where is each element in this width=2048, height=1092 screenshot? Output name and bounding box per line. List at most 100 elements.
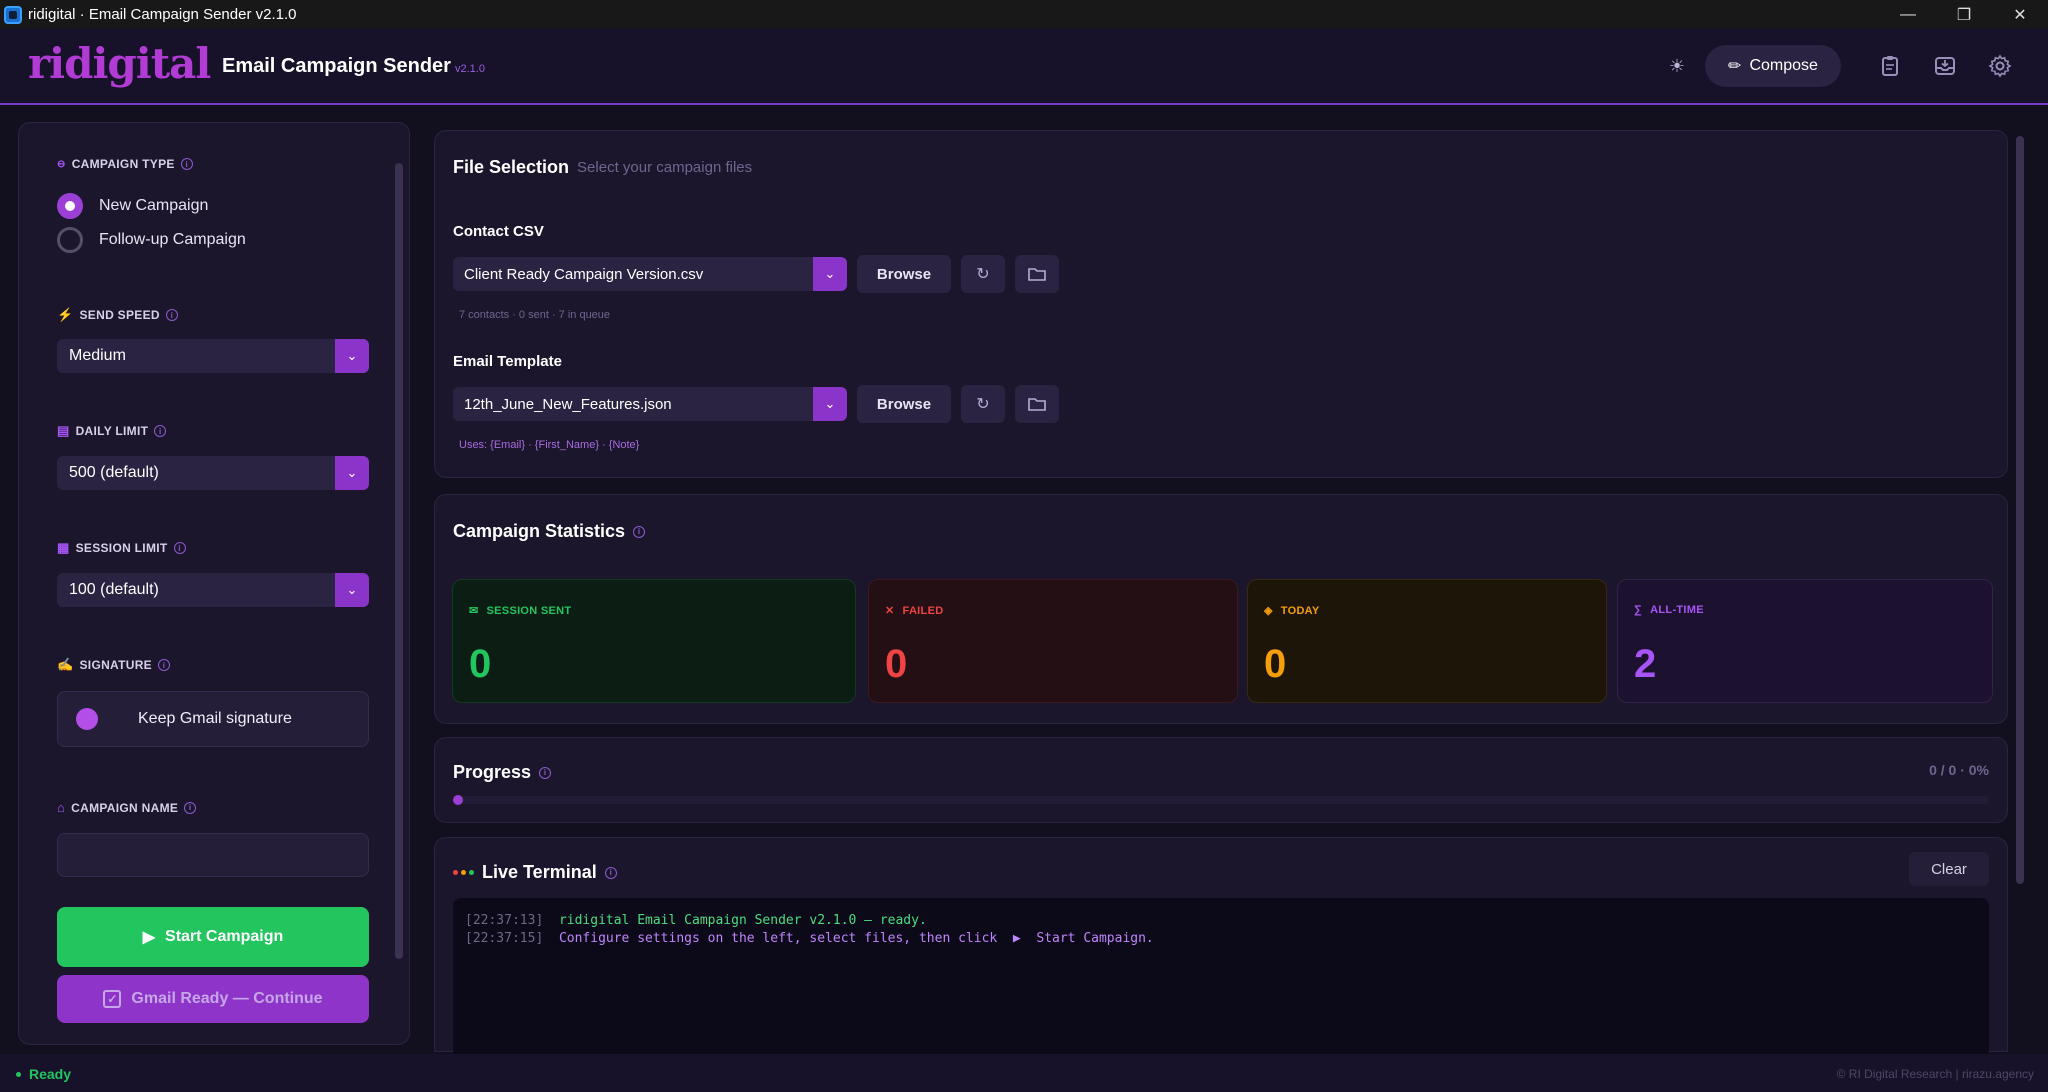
signature-label-text: SIGNATURE [79, 658, 152, 672]
stat-label-text: FAILED [902, 604, 944, 617]
folder-icon[interactable] [1015, 385, 1059, 423]
info-icon[interactable]: i [604, 866, 617, 879]
chevron-down-icon[interactable]: ⌄ [335, 339, 369, 373]
signature-label: ✍ SIGNATURE i [57, 657, 170, 673]
chevron-down-icon[interactable]: ⌄ [813, 387, 847, 421]
stat-value: 0 [885, 642, 908, 686]
gmail-ready-label: Gmail Ready — Continue [131, 990, 323, 1007]
template-meta: Uses: {Email} · {First_Name} · {Note} [459, 439, 640, 451]
play-icon: ▶ [142, 929, 156, 946]
compose-button[interactable]: ✏ Compose [1705, 45, 1841, 87]
file-selection-title-text: File Selection [453, 157, 570, 177]
terminal-text: Configure settings on the left, select f… [558, 931, 1154, 946]
campaign-name-input[interactable] [57, 833, 369, 877]
gmail-ready-button[interactable]: ✓ Gmail Ready — Continue [57, 975, 369, 1023]
grid-icon: ▦ [57, 540, 70, 555]
envelope-icon: ✉ [469, 605, 479, 617]
minimize-button[interactable]: — [1880, 0, 1936, 29]
send-speed-select[interactable]: Medium ⌄ [57, 339, 369, 373]
maximize-button[interactable]: ❐ [1936, 0, 1992, 29]
chevron-down-icon[interactable]: ⌄ [335, 456, 369, 490]
terminal-timestamp: [22:37:15] [465, 931, 544, 946]
terminal-title-text: Live Terminal [482, 862, 597, 882]
folder-icon[interactable] [1015, 255, 1059, 293]
stat-value: 2 [1634, 642, 1657, 686]
send-speed-label-text: SEND SPEED [79, 308, 160, 322]
close-button[interactable]: ✕ [1992, 0, 2048, 29]
info-icon[interactable]: i [539, 766, 552, 779]
terminal-output: [22:37:13] ridigital Email Campaign Send… [453, 898, 1989, 1058]
info-icon[interactable]: i [633, 525, 646, 538]
app-title: Email Campaign Sender v2.1.0 [222, 55, 485, 78]
window-titlebar: ridigital · Email Campaign Sender v2.1.0… [0, 0, 2048, 29]
sigma-icon: ∑ [1634, 604, 1643, 616]
campaign-type-label: ⊖ CAMPAIGN TYPE i [57, 157, 193, 171]
start-campaign-button[interactable]: ▶ Start Campaign [57, 907, 369, 967]
signature-toggle[interactable]: Keep Gmail signature [57, 691, 369, 747]
stat-label: ◈ TODAY [1264, 604, 1320, 618]
clear-terminal-button[interactable]: Clear [1909, 852, 1989, 886]
checkbox-icon: ✓ [103, 990, 122, 1008]
csv-meta: 7 contacts · 0 sent · 7 in queue [459, 309, 611, 321]
clipboard-icon[interactable] [1877, 53, 1903, 79]
radio-new-campaign[interactable]: New Campaign [57, 193, 208, 219]
refresh-icon[interactable]: ↻ [961, 255, 1005, 293]
session-limit-value: 100 (default) [69, 581, 159, 598]
chevron-down-icon[interactable]: ⌄ [813, 257, 847, 291]
radio-button-checked[interactable] [57, 193, 83, 219]
pencil-icon: ✏ [1728, 58, 1742, 75]
progress-title-text: Progress [453, 762, 532, 782]
send-speed-value: Medium [69, 347, 126, 364]
progress-fill [453, 795, 463, 805]
window-controls: — ❐ ✕ [1880, 0, 2048, 29]
info-icon[interactable]: i [154, 425, 167, 437]
contact-csv-value: Client Ready Campaign Version.csv [464, 265, 704, 283]
diamond-icon: ◈ [1264, 605, 1273, 617]
terminal-timestamp: [22:37:13] [465, 913, 544, 928]
sun-icon[interactable]: ☀ [1666, 55, 1688, 77]
tag-icon: ⌂ [57, 800, 66, 815]
radio-button[interactable] [57, 227, 83, 253]
template-browse-button[interactable]: Browse [857, 385, 951, 423]
progress-title: Progress i [453, 762, 552, 783]
stat-label-text: ALL-TIME [1650, 604, 1704, 616]
radio-label: Follow-up Campaign [99, 231, 246, 248]
info-icon[interactable]: i [165, 309, 178, 321]
contact-csv-label: Contact CSV [453, 223, 544, 240]
inbox-icon[interactable] [1932, 53, 1958, 79]
file-selection-subtitle: Select your campaign files [577, 159, 753, 176]
info-icon[interactable]: i [157, 659, 170, 671]
signature-option-label: Keep Gmail signature [138, 710, 292, 727]
contact-csv-select[interactable]: Client Ready Campaign Version.csv ⌄ [453, 257, 847, 291]
info-icon[interactable]: i [180, 158, 193, 170]
info-icon[interactable]: i [173, 542, 186, 554]
terminal-text: ridigital Email Campaign Sender v2.1.0 —… [558, 913, 927, 928]
x-icon: ✕ [885, 605, 895, 617]
live-terminal-card: Live Terminal i Clear [22:37:13] ridigit… [434, 837, 2008, 1058]
window-title: ridigital · Email Campaign Sender v2.1.0 [28, 6, 297, 23]
session-limit-select[interactable]: 100 (default) ⌄ [57, 573, 369, 607]
daily-limit-select[interactable]: 500 (default) ⌄ [57, 456, 369, 490]
terminal-dots-icon [453, 870, 474, 875]
radio-followup-campaign[interactable]: Follow-up Campaign [57, 227, 246, 253]
stat-label-text: SESSION SENT [486, 604, 572, 617]
email-template-label: Email Template [453, 353, 562, 370]
campaign-name-label-text: CAMPAIGN NAME [71, 800, 179, 815]
main-scrollbar[interactable] [2016, 136, 2024, 884]
campaign-statistics-card: Campaign Statistics i ✉ SESSION SENT 0 ✕… [434, 494, 2008, 724]
sidebar-scrollbar[interactable] [395, 163, 403, 959]
compose-label: Compose [1749, 57, 1818, 74]
terminal-line: [22:37:13] ridigital Email Campaign Send… [465, 912, 1977, 930]
info-icon[interactable]: i [184, 801, 197, 814]
refresh-icon[interactable]: ↻ [961, 385, 1005, 423]
email-template-select[interactable]: 12th_June_New_Features.json ⌄ [453, 387, 847, 421]
radio-label: New Campaign [99, 197, 209, 214]
chevron-down-icon[interactable]: ⌄ [335, 573, 369, 607]
session-limit-label: ▦ SESSION LIMIT i [57, 540, 186, 556]
email-template-value: 12th_June_New_Features.json [464, 395, 672, 413]
campaign-type-label-text: CAMPAIGN TYPE [71, 157, 175, 171]
signature-toggle-dot[interactable] [76, 708, 98, 730]
app-version: v2.1.0 [454, 63, 485, 75]
gear-icon[interactable] [1987, 53, 2013, 79]
csv-browse-button[interactable]: Browse [857, 255, 951, 293]
